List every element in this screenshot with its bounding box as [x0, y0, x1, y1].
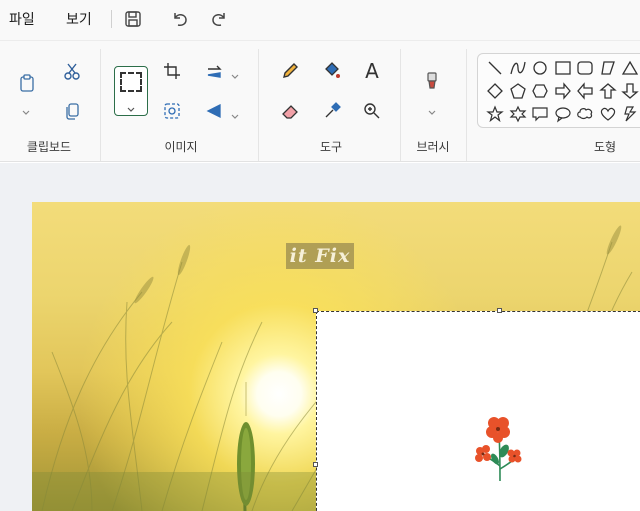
pencil-icon[interactable] — [276, 57, 304, 85]
menu-file[interactable]: 파일 — [9, 9, 35, 29]
menu-divider — [111, 10, 112, 28]
callout-cloud-icon[interactable] — [576, 105, 594, 123]
cut-icon[interactable] — [58, 57, 86, 85]
up-arrow-icon[interactable] — [599, 82, 617, 100]
chevron-down-icon[interactable] — [21, 103, 31, 115]
group-label-shapes: 도형 — [593, 140, 617, 154]
group-label-brush: 브러시 — [416, 140, 450, 154]
rounded-rectangle-icon[interactable] — [576, 59, 594, 77]
flower-image — [475, 417, 522, 482]
selection-handle[interactable] — [497, 308, 502, 313]
hexagon-icon[interactable] — [531, 82, 549, 100]
eraser-icon[interactable] — [276, 97, 304, 125]
polygon-icon[interactable] — [599, 59, 617, 77]
group-label-image: 이미지 — [164, 140, 198, 154]
chevron-down-icon[interactable] — [230, 107, 240, 119]
callout-oval-icon[interactable] — [554, 105, 572, 123]
heart-icon[interactable] — [599, 105, 617, 123]
six-point-star-icon[interactable] — [509, 105, 527, 123]
group-divider — [100, 49, 101, 161]
fill-icon[interactable] — [318, 57, 346, 85]
menu-view[interactable]: 보기 — [66, 9, 92, 29]
image-search-icon[interactable] — [158, 97, 186, 125]
five-point-star-icon[interactable] — [486, 105, 504, 123]
chevron-down-icon[interactable] — [230, 67, 240, 79]
pentagon-icon[interactable] — [509, 82, 527, 100]
select-button[interactable] — [114, 66, 148, 116]
magnifier-icon[interactable] — [358, 97, 386, 125]
text-icon[interactable]: A — [358, 57, 386, 85]
rectangle-icon[interactable] — [554, 59, 572, 77]
selection-handle[interactable] — [313, 308, 318, 313]
line-icon[interactable] — [486, 59, 504, 77]
undo-icon[interactable] — [169, 8, 191, 30]
select-icon — [120, 72, 142, 92]
curve-icon[interactable] — [509, 59, 527, 77]
watermark-text: it Fix — [286, 243, 354, 269]
selection-handle[interactable] — [313, 462, 318, 467]
down-arrow-icon[interactable] — [621, 82, 639, 100]
chevron-down-icon — [126, 100, 136, 112]
menu-bar: 파일 보기 — [0, 0, 640, 40]
save-icon[interactable] — [122, 8, 144, 30]
lightning-icon[interactable] — [621, 105, 639, 123]
group-divider — [258, 49, 259, 161]
right-arrow-icon[interactable] — [554, 82, 572, 100]
oval-icon[interactable] — [531, 59, 549, 77]
diamond-icon[interactable] — [486, 82, 504, 100]
left-arrow-icon[interactable] — [576, 82, 594, 100]
chevron-down-icon[interactable] — [427, 103, 437, 115]
crop-icon[interactable] — [158, 57, 186, 85]
group-label-clipboard: 클립보드 — [26, 140, 72, 154]
color-picker-icon[interactable] — [318, 97, 346, 125]
shapes-gallery — [477, 53, 640, 128]
callout-rectangle-icon[interactable] — [531, 105, 549, 123]
triangle-icon[interactable] — [621, 59, 639, 77]
redo-icon[interactable] — [208, 8, 230, 30]
rotate-icon[interactable] — [200, 57, 228, 85]
copy-icon[interactable] — [58, 97, 86, 125]
paste-icon[interactable] — [13, 69, 41, 97]
flip-icon[interactable] — [200, 97, 228, 125]
ribbon: 클립보드 이미지 A 도구 브러시 도형 — [0, 40, 640, 162]
group-divider — [466, 49, 467, 161]
group-label-tools: 도구 — [319, 140, 343, 154]
brush-icon[interactable] — [418, 67, 446, 95]
